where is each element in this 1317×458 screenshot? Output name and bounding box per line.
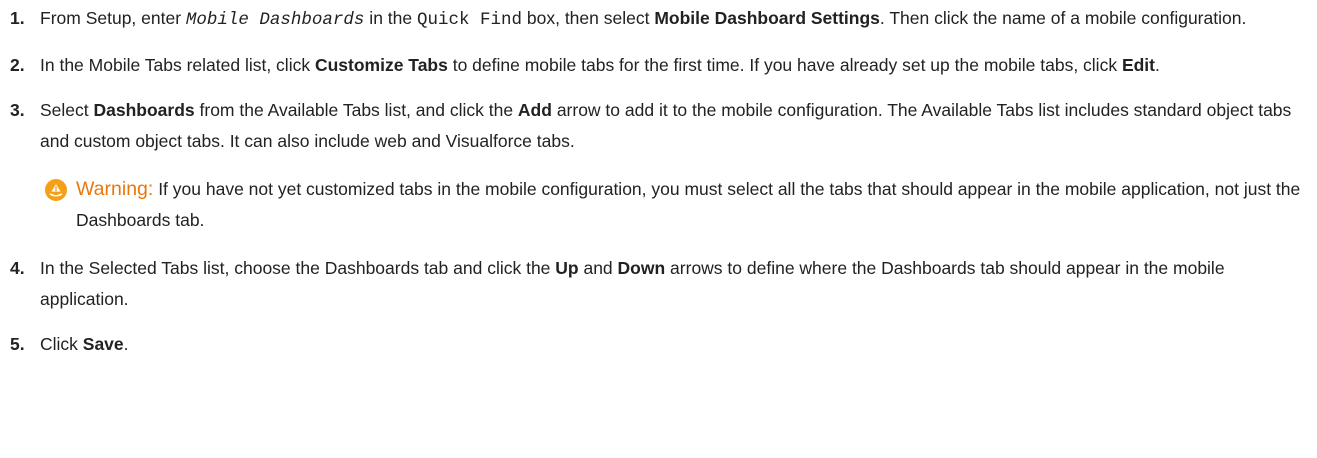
instruction-list: 1. From Setup, enter Mobile Dashboards i… <box>0 0 1317 360</box>
step-text: In the Selected Tabs list, choose the Da… <box>40 258 556 278</box>
ui-term-customize-tabs: Customize Tabs <box>314 55 448 75</box>
warning-icon <box>45 179 67 201</box>
ui-term-edit: Edit <box>1121 55 1155 75</box>
step-text: in the <box>364 8 417 28</box>
step-3: 3. Select Dashboards from the Available … <box>10 95 1303 157</box>
ui-term-down: Down <box>617 258 666 278</box>
ui-term-mobile-dashboard-settings: Mobile Dashboard Settings <box>654 8 880 28</box>
warning-label: Warning: <box>76 178 154 200</box>
code-mobile-dashboards: Mobile Dashboards <box>185 10 365 30</box>
step-text: Click <box>40 334 83 354</box>
step-text: to define mobile tabs for the first time… <box>447 55 1122 75</box>
ui-term-up: Up <box>555 258 579 278</box>
step-1: 1. From Setup, enter Mobile Dashboards i… <box>10 3 1303 36</box>
ui-term-save: Save <box>82 334 124 354</box>
step-number: 5. <box>10 334 25 354</box>
warning-text: If you have not yet customized tabs in t… <box>76 179 1301 230</box>
step-4: 4. In the Selected Tabs list, choose the… <box>10 253 1303 315</box>
step-text: Select <box>40 100 94 120</box>
step-text: In the Mobile Tabs related list, click <box>40 55 315 75</box>
step-5: 5. Click Save. <box>10 329 1303 360</box>
step-2: 2. In the Mobile Tabs related list, clic… <box>10 50 1303 81</box>
ui-term-add: Add <box>517 100 552 120</box>
step-text: . <box>123 334 129 354</box>
step-text: from the Available Tabs list, and click … <box>194 100 518 120</box>
step-text: and <box>578 258 618 278</box>
step-text: . <box>1155 55 1160 75</box>
step-text: From Setup, enter <box>40 8 186 28</box>
step-text: . Then click the name of a mobile config… <box>879 8 1247 28</box>
step-number: 2. <box>10 55 25 75</box>
warning-callout: Warning: If you have not yet customized … <box>40 174 1303 236</box>
code-quick-find: Quick Find <box>416 10 523 30</box>
step-number: 4. <box>10 258 25 278</box>
ui-term-dashboards: Dashboards <box>93 100 195 120</box>
step-text: box, then select <box>522 8 655 28</box>
step-number: 3. <box>10 100 25 120</box>
step-number: 1. <box>10 8 25 28</box>
